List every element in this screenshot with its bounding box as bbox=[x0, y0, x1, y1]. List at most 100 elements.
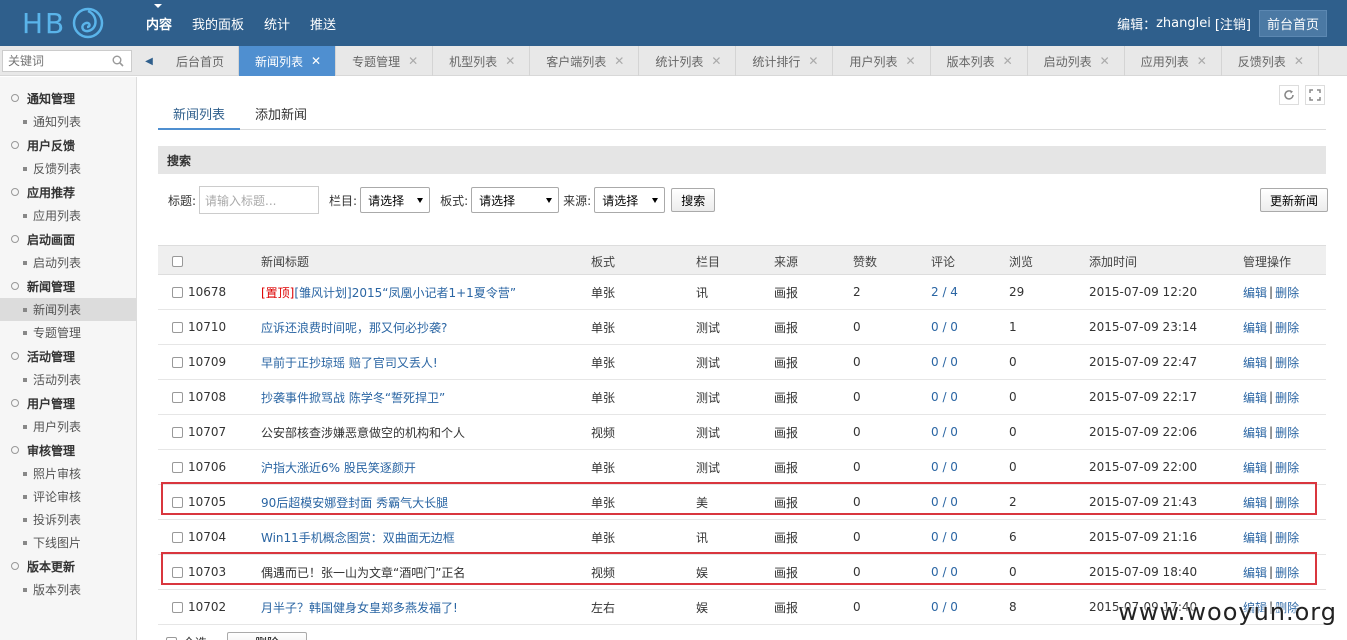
search-button[interactable]: 搜索 bbox=[671, 188, 716, 212]
delete-link[interactable]: 删除 bbox=[1275, 389, 1299, 406]
close-icon[interactable]: ✕ bbox=[408, 54, 418, 68]
news-title-link[interactable]: 应诉还浪费时间呢，那又何必抄袭? bbox=[261, 319, 447, 336]
tab-6[interactable]: 统计列表 ✕ bbox=[639, 46, 737, 76]
tab-10[interactable]: 启动列表 ✕ bbox=[1028, 46, 1125, 76]
sidebar-group[interactable]: 版本更新 bbox=[0, 554, 136, 578]
news-title-link[interactable]: 早前于正抄琼瑶 赔了官司又丢人! bbox=[261, 354, 438, 371]
logout-link[interactable]: [注销] bbox=[1215, 14, 1251, 33]
edit-link[interactable]: 编辑 bbox=[1243, 459, 1267, 476]
frontpage-button[interactable]: 前台首页 bbox=[1258, 9, 1327, 37]
edit-link[interactable]: 编辑 bbox=[1243, 529, 1267, 546]
sidebar-item[interactable]: 通知列表 bbox=[0, 110, 136, 133]
board-select[interactable]: 请选择 bbox=[471, 187, 560, 213]
sidebar-item[interactable]: 专题管理 bbox=[0, 321, 136, 344]
sidebar-item[interactable]: 照片审核 bbox=[0, 462, 136, 485]
top-nav-item[interactable]: 统计 bbox=[264, 14, 290, 33]
subtab-2[interactable]: 添加新闻 bbox=[240, 100, 322, 130]
close-icon[interactable]: ✕ bbox=[1100, 54, 1110, 68]
top-nav-item[interactable]: 推送 bbox=[310, 14, 336, 33]
close-icon[interactable]: ✕ bbox=[1003, 54, 1013, 68]
sidebar-item[interactable]: 用户列表 bbox=[0, 415, 136, 438]
edit-link[interactable]: 编辑 bbox=[1243, 354, 1267, 371]
news-title-link[interactable]: 抄袭事件掀骂战 陈学冬“誓死捍卫” bbox=[261, 389, 445, 406]
sidebar-group[interactable]: 审核管理 bbox=[0, 438, 136, 462]
news-title-link[interactable]: [雏风计划]2015“凤凰小记者1+1夏令营” bbox=[294, 284, 516, 301]
top-nav-item[interactable]: 内容 bbox=[146, 3, 172, 33]
tab-7[interactable]: 统计排行 ✕ bbox=[736, 46, 834, 76]
tab-5[interactable]: 客户端列表 ✕ bbox=[530, 46, 640, 76]
news-comments-link[interactable]: 0 / 0 bbox=[931, 460, 958, 474]
delete-link[interactable]: 删除 bbox=[1275, 529, 1299, 546]
row-checkbox[interactable] bbox=[172, 601, 183, 613]
news-comments-link[interactable]: 0 / 0 bbox=[931, 355, 958, 369]
edit-link[interactable]: 编辑 bbox=[1243, 389, 1267, 406]
sidebar-item[interactable]: 反馈列表 bbox=[0, 157, 136, 180]
close-icon[interactable]: ✕ bbox=[614, 54, 624, 68]
close-icon[interactable]: ✕ bbox=[311, 54, 321, 68]
close-icon[interactable]: ✕ bbox=[1294, 54, 1304, 68]
sidebar-item[interactable]: 活动列表 bbox=[0, 368, 136, 391]
update-news-button[interactable]: 更新新闻 bbox=[1259, 188, 1328, 212]
sidebar-group[interactable]: 通知管理 bbox=[0, 86, 136, 110]
tab-11[interactable]: 应用列表 ✕ bbox=[1125, 46, 1222, 76]
news-comments-link[interactable]: 0 / 0 bbox=[931, 425, 958, 439]
row-checkbox[interactable] bbox=[172, 426, 183, 438]
delete-link[interactable]: 删除 bbox=[1275, 319, 1299, 336]
edit-link[interactable]: 编辑 bbox=[1243, 319, 1267, 336]
tab-12[interactable]: 反馈列表 ✕ bbox=[1222, 46, 1319, 76]
delete-link[interactable]: 删除 bbox=[1275, 459, 1299, 476]
close-icon[interactable]: ✕ bbox=[906, 54, 916, 68]
subtab-1[interactable]: 新闻列表 bbox=[158, 100, 241, 130]
row-checkbox[interactable] bbox=[172, 391, 183, 403]
tab-4[interactable]: 机型列表 ✕ bbox=[433, 46, 531, 76]
news-title-link[interactable]: 公安部核查涉嫌恶意做空的机构和个人 bbox=[261, 424, 465, 441]
delete-link[interactable]: 删除 bbox=[1275, 354, 1299, 371]
news-title-link[interactable]: 沪指大涨近6% 股民笑逐颜开 bbox=[261, 459, 416, 476]
close-icon[interactable]: ✕ bbox=[505, 54, 515, 68]
tab-3[interactable]: 专题管理 ✕ bbox=[336, 46, 434, 76]
search-icon[interactable] bbox=[112, 55, 124, 67]
batch-delete-button[interactable]: 删除 bbox=[227, 632, 308, 640]
tab-9[interactable]: 版本列表 ✕ bbox=[931, 46, 1028, 76]
sidebar-item[interactable]: 新闻列表 bbox=[0, 298, 136, 321]
select-all-checkbox[interactable] bbox=[172, 255, 183, 267]
row-checkbox[interactable] bbox=[172, 321, 183, 333]
top-nav-item[interactable]: 我的面板 bbox=[192, 14, 244, 33]
news-comments-link[interactable]: 2 / 4 bbox=[931, 285, 958, 299]
sidebar-group[interactable]: 应用推荐 bbox=[0, 180, 136, 204]
source-select[interactable]: 请选择 bbox=[594, 187, 666, 213]
row-checkbox[interactable] bbox=[172, 531, 183, 543]
sidebar-group[interactable]: 启动画面 bbox=[0, 227, 136, 251]
news-comments-link[interactable]: 0 / 0 bbox=[931, 390, 958, 404]
news-comments-link[interactable]: 0 / 0 bbox=[931, 530, 958, 544]
sidebar-item[interactable]: 下线图片 bbox=[0, 531, 136, 554]
news-title-link[interactable]: 月半子？韩国健身女皇郑多燕发福了! bbox=[261, 599, 458, 616]
row-checkbox[interactable] bbox=[172, 461, 183, 473]
sidebar-item[interactable]: 评论审核 bbox=[0, 485, 136, 508]
title-input[interactable]: 请输入标题... bbox=[199, 186, 320, 214]
tab-8[interactable]: 用户列表 ✕ bbox=[833, 46, 931, 76]
sidebar-item[interactable]: 版本列表 bbox=[0, 578, 136, 601]
sidebar-item[interactable]: 投诉列表 bbox=[0, 508, 136, 531]
delete-link[interactable]: 删除 bbox=[1275, 424, 1299, 441]
row-checkbox[interactable] bbox=[172, 356, 183, 368]
keyword-search-input[interactable] bbox=[3, 51, 103, 71]
delete-link[interactable]: 删除 bbox=[1275, 284, 1299, 301]
news-title-link[interactable]: Win11手机概念图赏：双曲面无边框 bbox=[261, 529, 455, 546]
tab-scroll-left-icon[interactable]: ◀ bbox=[139, 46, 159, 76]
sidebar-group[interactable]: 用户反馈 bbox=[0, 133, 136, 157]
close-icon[interactable]: ✕ bbox=[711, 54, 721, 68]
tab-2[interactable]: 新闻列表 ✕ bbox=[239, 46, 337, 76]
edit-link[interactable]: 编辑 bbox=[1243, 284, 1267, 301]
sidebar-group[interactable]: 用户管理 bbox=[0, 391, 136, 415]
close-icon[interactable]: ✕ bbox=[1197, 54, 1207, 68]
news-comments-link[interactable]: 0 / 0 bbox=[931, 320, 958, 334]
news-comments-link[interactable]: 0 / 0 bbox=[931, 600, 958, 614]
footer-select-all-checkbox[interactable] bbox=[166, 636, 177, 640]
tab-1[interactable]: 后台首页 bbox=[160, 46, 240, 76]
sidebar-group[interactable]: 新闻管理 bbox=[0, 274, 136, 298]
edit-link[interactable]: 编辑 bbox=[1243, 424, 1267, 441]
column-select[interactable]: 请选择 bbox=[360, 187, 431, 213]
row-checkbox[interactable] bbox=[172, 286, 183, 298]
sidebar-item[interactable]: 应用列表 bbox=[0, 204, 136, 227]
